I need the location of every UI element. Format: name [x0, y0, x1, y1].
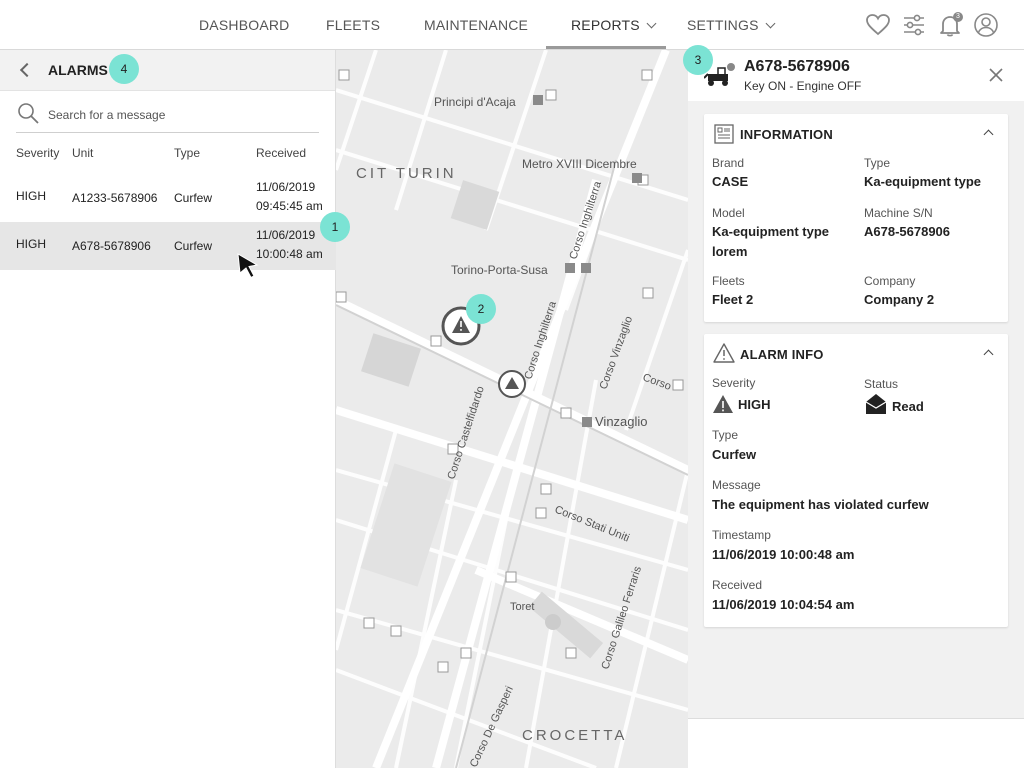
brand-label: Brand: [712, 156, 745, 170]
alarms-title: ALARMS: [48, 62, 108, 78]
information-title: INFORMATION: [740, 127, 833, 142]
alert-triangle-icon: [713, 395, 733, 413]
map-label: CIT TURIN: [356, 165, 457, 182]
annotation-marker: 1: [320, 212, 350, 242]
nav-settings[interactable]: SETTINGS: [687, 17, 776, 33]
message-value: The equipment has violated curfew: [712, 497, 929, 512]
alarms-header: ALARMS: [0, 50, 335, 91]
sliders-icon[interactable]: [901, 12, 927, 38]
nav-fleets[interactable]: FLEETS: [326, 17, 380, 33]
annotation-marker: 2: [466, 294, 496, 324]
model-value: Ka-equipment type: [712, 224, 830, 239]
row-received-date: 11/06/2019: [256, 228, 316, 242]
status-label: Status: [864, 377, 899, 391]
type-value: Ka-equipment type: [864, 174, 982, 189]
map-label: Principi d'Acaja: [434, 95, 516, 109]
envelope-open-icon: [865, 394, 887, 414]
user-icon[interactable]: [973, 12, 999, 38]
brand-value: CASE: [712, 174, 749, 189]
unit-id-title: A678-5678906: [744, 58, 850, 75]
row-received-time: 10:00:48 am: [256, 247, 323, 261]
chevron-up-icon[interactable]: [983, 129, 994, 140]
search-bar: [16, 100, 319, 133]
table-row-selected[interactable]: HIGH A678-5678906 Curfew 11/06/2019 10:0…: [0, 222, 336, 270]
search-icon[interactable]: [16, 101, 40, 125]
row-severity: HIGH: [16, 189, 46, 203]
row-type: Curfew: [174, 239, 213, 253]
annotation-marker: 3: [683, 45, 713, 75]
fleets-value: Fleet 2: [712, 292, 754, 307]
map-label: Metro XVIII Dicembre: [522, 157, 637, 171]
annotation-marker: 4: [109, 54, 139, 84]
row-received-date: 11/06/2019: [256, 180, 316, 194]
serial-value: A678-5678906: [864, 224, 951, 239]
map-view[interactable]: Principi d'Acaja CIT TURIN Metro XVIII D…: [336, 50, 688, 768]
map-label: Toret: [510, 601, 534, 613]
map-label: Vinzaglio: [595, 414, 648, 429]
chevron-up-icon[interactable]: [983, 349, 994, 360]
search-input[interactable]: [48, 104, 308, 126]
chevron-down-icon: [765, 18, 776, 29]
information-icon: [714, 124, 734, 144]
nav-reports[interactable]: REPORTS: [571, 17, 657, 33]
nav-maintenance[interactable]: MAINTENANCE: [424, 17, 528, 33]
column-header-type[interactable]: Type: [174, 146, 200, 160]
chevron-down-icon: [646, 18, 657, 29]
mouse-cursor-icon: [237, 253, 259, 279]
nav-settings-label: SETTINGS: [687, 17, 759, 33]
alarm-type-label: Type: [712, 428, 739, 442]
type-label: Type: [864, 156, 891, 170]
alarm-warning-icon[interactable]: [498, 370, 526, 398]
table-row[interactable]: HIGH A1233-5678906 Curfew 11/06/2019 09:…: [0, 174, 336, 222]
information-card: INFORMATION Brand CASE Type Ka-equipment…: [704, 114, 1008, 322]
serial-label: Machine S/N: [864, 206, 933, 220]
nav-active-indicator: [546, 46, 666, 49]
severity-value: HIGH: [738, 397, 771, 412]
company-value: Company 2: [864, 292, 935, 307]
message-label: Message: [712, 478, 761, 492]
status-value: Read: [892, 399, 924, 414]
timestamp-label: Timestamp: [712, 528, 771, 542]
map-label: CROCETTA: [522, 727, 627, 744]
close-icon[interactable]: [988, 67, 1004, 83]
model-label: Model: [712, 206, 745, 220]
column-header-received[interactable]: Received: [256, 146, 306, 160]
nav-dashboard[interactable]: DASHBOARD: [199, 17, 289, 33]
company-label: Company: [864, 274, 916, 288]
alarms-panel: ALARMS Severity Unit Type Received HIGH …: [0, 50, 336, 768]
alarm-detail-panel: A678-5678906 Key ON - Engine OFF INFORMA…: [688, 50, 1024, 768]
alarm-type-value: Curfew: [712, 447, 757, 462]
top-navigation: DASHBOARD FLEETS MAINTENANCE REPORTS SET…: [0, 0, 1024, 50]
map-label: Torino-Porta-Susa: [451, 263, 548, 277]
warning-icon: [713, 343, 735, 363]
severity-label: Severity: [712, 376, 756, 390]
received-label: Received: [712, 578, 763, 592]
engine-status: Key ON - Engine OFF: [744, 79, 862, 93]
row-type: Curfew: [174, 191, 213, 205]
row-received-time: 09:45:45 am: [256, 199, 323, 213]
notification-badge: 3: [953, 12, 963, 22]
detail-footer: [688, 718, 1024, 768]
heart-icon[interactable]: [865, 12, 891, 38]
timestamp-value: 11/06/2019 10:00:48 am: [712, 547, 855, 562]
fleets-label: Fleets: [712, 274, 745, 288]
column-header-unit[interactable]: Unit: [72, 146, 93, 160]
back-icon[interactable]: [19, 62, 35, 78]
nav-reports-label: REPORTS: [571, 17, 640, 33]
column-header-severity[interactable]: Severity: [16, 146, 59, 160]
alarm-info-title: ALARM INFO: [740, 347, 824, 362]
detail-header: A678-5678906 Key ON - Engine OFF: [688, 50, 1024, 101]
map-canvas: Principi d'Acaja CIT TURIN Metro XVIII D…: [336, 50, 688, 768]
received-value: 11/06/2019 10:04:54 am: [712, 597, 855, 612]
row-unit: A1233-5678906: [72, 191, 158, 205]
row-unit: A678-5678906: [72, 239, 151, 253]
alarm-info-card: ALARM INFO Severity HIGH Status Read Typ…: [704, 334, 1008, 627]
row-severity: HIGH: [16, 237, 46, 251]
model-value-line2: lorem: [712, 244, 748, 259]
